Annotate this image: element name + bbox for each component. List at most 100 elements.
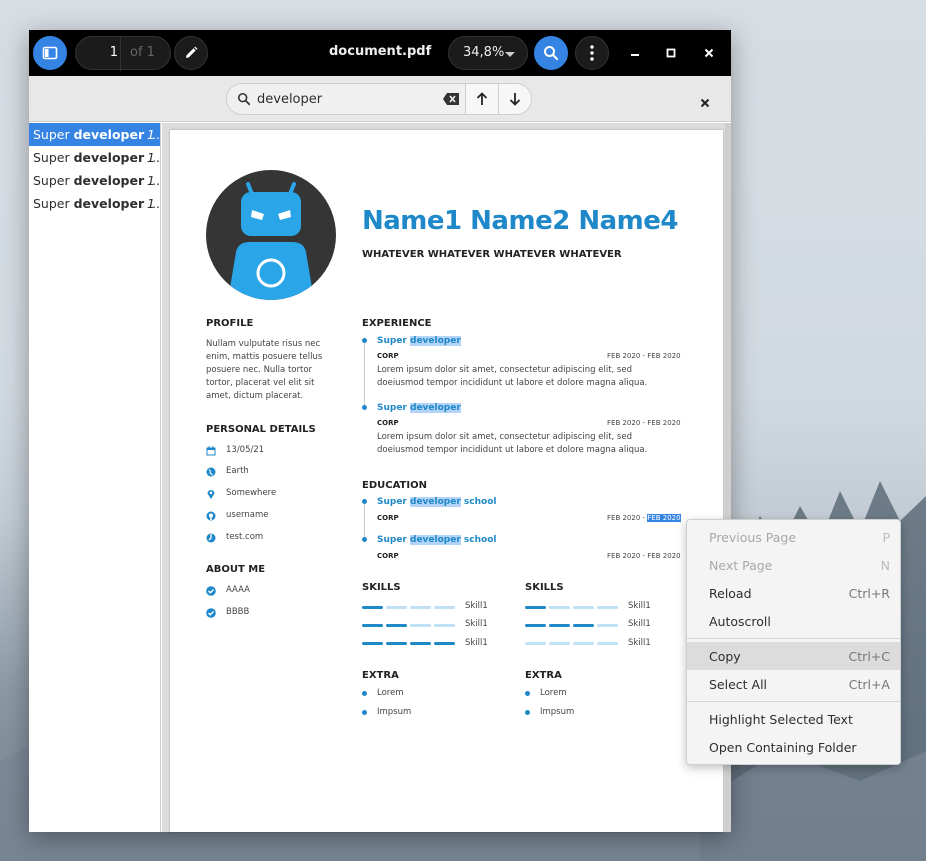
skill-level-segment	[434, 606, 455, 609]
skill-level-segment	[525, 624, 546, 627]
search-toggle-button[interactable]	[534, 36, 568, 70]
search-result-item[interactable]: Super developer ... 1	[29, 123, 160, 146]
timeline-line	[364, 340, 365, 410]
next-match-button[interactable]	[498, 83, 532, 115]
menu-item-reload[interactable]: Reload Ctrl+R	[687, 579, 900, 607]
main-menu-button[interactable]	[575, 36, 609, 70]
search-result-item[interactable]: Super developer ... 1	[29, 146, 160, 169]
description-line: doeiusmod tempor incididunt ut labore et…	[377, 378, 648, 388]
result-prefix: Super	[33, 173, 74, 188]
bullet-dot	[362, 710, 367, 715]
document-viewer[interactable]: Name1 Name2 Name4 WHATEVER WHATEVER WHAT…	[162, 123, 731, 832]
skills-heading: SKILLS	[362, 582, 401, 593]
context-menu: Previous Page P Next Page N Reload Ctrl+R A…	[686, 519, 901, 765]
skill-level-segment	[386, 642, 407, 645]
selected-text: FEB 2020	[647, 514, 681, 522]
profile-line: tortor, placerat vel elit sit	[206, 378, 315, 388]
result-match: developer	[73, 150, 145, 165]
skill-level-segment	[410, 624, 431, 627]
profile-text: Nullam vulputate risus nec enim, mattis …	[206, 338, 336, 403]
titlebar: 1 of 1 document.pdf 34,8%	[29, 30, 731, 76]
skill-level-segment	[362, 624, 383, 627]
skill-level-segment	[525, 642, 546, 645]
education-heading: EDUCATION	[362, 480, 427, 491]
experience-description: Lorem ipsum dolor sit amet, consectetur …	[377, 364, 688, 390]
skill-level-segment	[525, 606, 546, 609]
menu-item-autoscroll[interactable]: Autoscroll	[687, 607, 900, 635]
result-page: 1	[147, 196, 155, 211]
education-dates: FEB 2020 - FEB 2020	[607, 514, 681, 522]
education-title: Super developer school	[377, 535, 496, 545]
description-line: doeiusmod tempor incididunt ut labore et…	[377, 445, 648, 455]
minimize-button[interactable]	[625, 43, 645, 63]
menu-item-previous-page[interactable]: Previous Page P	[687, 523, 900, 551]
search-result-item[interactable]: Super developer ... 1	[29, 169, 160, 192]
menu-item-open-containing-folder[interactable]: Open Containing Folder	[687, 733, 900, 761]
menu-item-label: Next Page	[709, 558, 773, 573]
skill-label: Skill1	[628, 619, 651, 629]
personal-details-heading: PERSONAL DETAILS	[206, 424, 316, 435]
website-icon	[206, 533, 216, 543]
menu-separator	[687, 701, 900, 702]
backspace-clear-icon[interactable]	[443, 93, 459, 105]
title-prefix: Super	[377, 497, 411, 507]
experience-dates: FEB 2020 - FEB 2020	[607, 352, 681, 360]
title-suffix: school	[460, 535, 497, 545]
extra-item: Lorem	[540, 688, 567, 698]
close-search-button[interactable]	[700, 93, 710, 112]
globe-icon	[206, 467, 216, 477]
skill-level-segment	[386, 624, 407, 627]
close-window-button[interactable]	[699, 43, 719, 63]
skill-level-segment	[597, 624, 618, 627]
pdf-page[interactable]: Name1 Name2 Name4 WHATEVER WHATEVER WHAT…	[170, 130, 723, 832]
page-number-field[interactable]: 1 of 1	[75, 36, 171, 71]
skill-level-segment	[549, 606, 570, 609]
skill-level-segment	[434, 624, 455, 627]
previous-match-button[interactable]	[465, 83, 499, 115]
resume-subtitle: WHATEVER WHATEVER WHATEVER WHATEVER	[362, 249, 622, 260]
skill-level-segment	[410, 606, 431, 609]
result-match: developer	[73, 196, 145, 211]
current-page[interactable]: 1	[76, 45, 118, 60]
maximize-button[interactable]	[661, 43, 681, 63]
page-total: of 1	[130, 45, 155, 60]
profile-line: posuere nec. Nulla tortor	[206, 365, 313, 375]
education-company: CORP	[377, 552, 399, 560]
timeline-line	[364, 502, 365, 540]
search-input[interactable]: developer	[226, 83, 466, 115]
experience-description: Lorem ipsum dolor sit amet, consectetur …	[377, 431, 688, 457]
skill-level-segment	[597, 606, 618, 609]
menu-item-label: Highlight Selected Text	[709, 712, 853, 727]
kebab-menu-icon	[590, 45, 594, 61]
menu-item-select-all[interactable]: Select All Ctrl+A	[687, 670, 900, 698]
result-page: 1	[147, 173, 155, 188]
menu-item-highlight-selected-text[interactable]: Highlight Selected Text	[687, 705, 900, 733]
result-match: developer	[73, 173, 145, 188]
close-icon	[704, 48, 714, 58]
arrow-up-icon	[476, 92, 488, 105]
skill-label: Skill1	[628, 601, 651, 611]
zoom-dropdown[interactable]: 34,8%	[448, 36, 528, 70]
sidebar-toggle-button[interactable]	[33, 36, 67, 70]
experience-title: Super developer	[377, 336, 461, 346]
profile-line: enim, mattis posuere tellus	[206, 352, 323, 362]
search-icon	[237, 92, 251, 106]
annotate-button[interactable]	[174, 36, 208, 70]
menu-item-next-page[interactable]: Next Page N	[687, 551, 900, 579]
skill-level-segment	[549, 642, 570, 645]
search-result-item[interactable]: Super developer ... 1	[29, 192, 160, 215]
profile-line: amet, dictum placerat.	[206, 391, 304, 401]
calendar-icon	[206, 446, 216, 456]
experience-company: CORP	[377, 352, 399, 360]
result-page: 1	[147, 150, 155, 165]
skill-level-segment	[434, 642, 455, 645]
title-prefix: Super	[377, 336, 411, 346]
search-highlight: developer	[410, 535, 461, 545]
personal-website: test.com	[226, 532, 264, 542]
menu-item-copy[interactable]: Copy Ctrl+C	[687, 642, 900, 670]
page-divider	[120, 37, 121, 71]
timeline-dot	[362, 405, 367, 410]
skill-label: Skill1	[465, 638, 488, 648]
title-suffix: school	[460, 497, 497, 507]
search-bar: developer	[29, 76, 731, 122]
